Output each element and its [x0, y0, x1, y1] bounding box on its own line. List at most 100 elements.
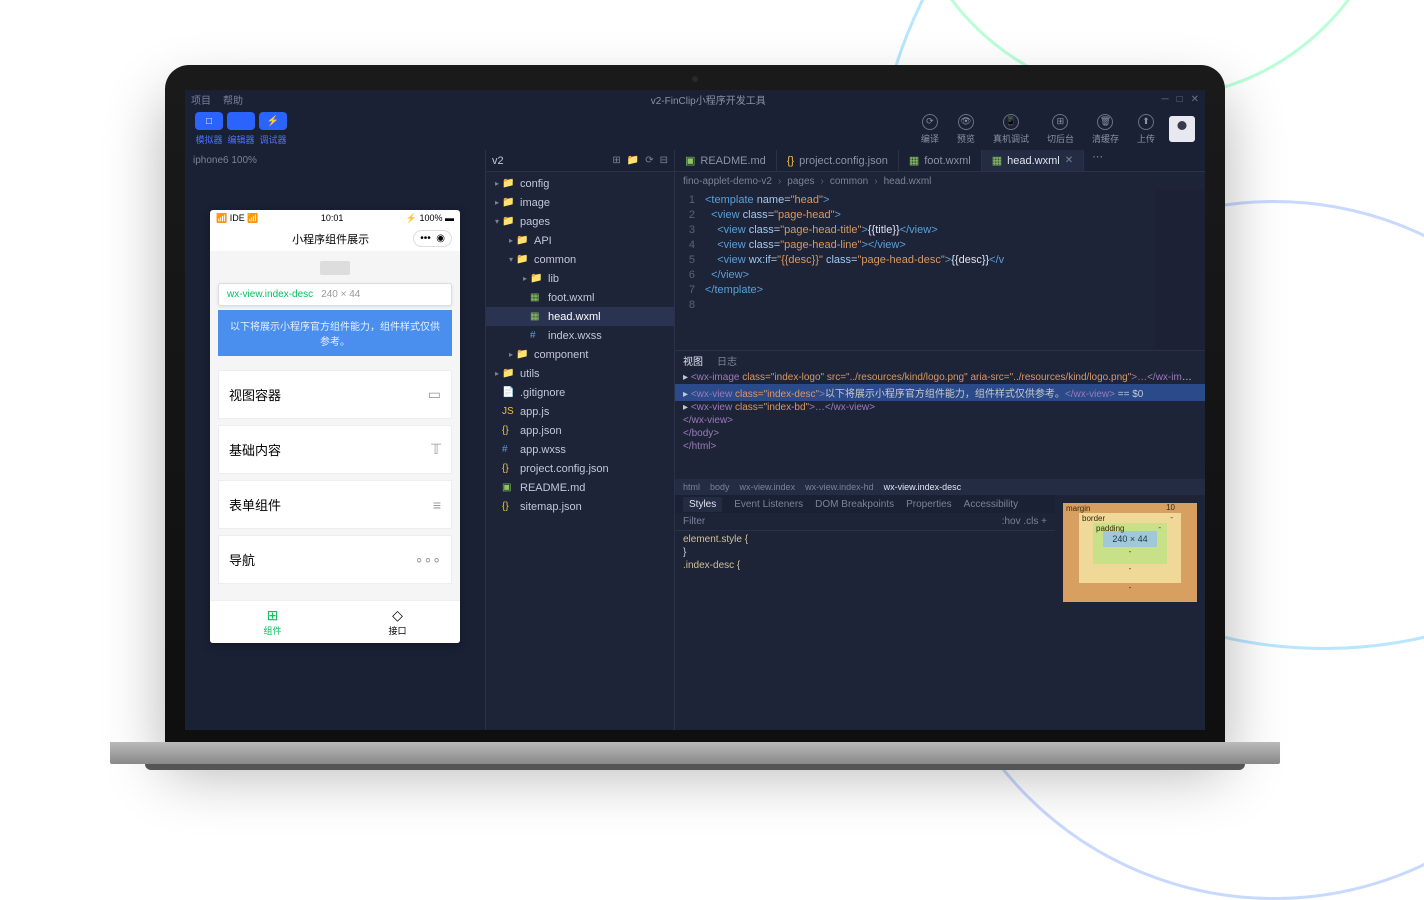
maximize-icon[interactable]: □	[1177, 94, 1183, 105]
margin-top-value: 10	[1166, 503, 1175, 512]
tab-close-icon[interactable]: ✕	[1065, 155, 1073, 166]
tree-item[interactable]: # index.wxss	[486, 326, 674, 345]
tree-item[interactable]: {} app.json	[486, 421, 674, 440]
tree-item[interactable]: {} project.config.json	[486, 459, 674, 478]
editor-area: ▣ README.md {} project.config.json ▦ foo…	[675, 150, 1205, 730]
laptop-base	[110, 742, 1280, 764]
editor-tab[interactable]: ▣ README.md	[675, 150, 777, 171]
device-label: iphone6 100%	[193, 155, 257, 166]
menu-help[interactable]: 帮助	[223, 92, 243, 107]
element-node[interactable]: ▸ <wx-image class="index-logo" src="../r…	[675, 371, 1205, 384]
dom-path-segment[interactable]: wx-view.index-desc	[884, 482, 962, 492]
sim-list-item[interactable]: 导航∘∘∘	[218, 535, 452, 584]
collapse-icon[interactable]: ⊟	[660, 155, 668, 166]
tree-item[interactable]: # app.wxss	[486, 440, 674, 459]
mini-app-menu[interactable]: ••• ◉	[413, 230, 452, 247]
css-rules[interactable]: element.style {}.index-desc {</span></di…	[675, 531, 1055, 574]
tree-item[interactable]: ▾ 📁 pages	[486, 212, 674, 231]
dom-path-segment[interactable]: wx-view.index	[740, 482, 796, 492]
highlighted-element[interactable]: 以下将展示小程序官方组件能力，组件样式仅供参考。	[218, 310, 452, 356]
phone-tab[interactable]: ◇接口	[335, 601, 460, 643]
toolbar-action-4[interactable]: 🗑 清缓存	[1092, 114, 1119, 145]
titlebar: 项目 帮助 v2-FinClip小程序开发工具 ─ □ ✕	[185, 90, 1205, 108]
dom-path[interactable]: html body wx-view.index wx-view.index-hd wx-…	[675, 479, 1205, 495]
tree-item[interactable]: {} sitemap.json	[486, 497, 674, 516]
toolbar-action-2[interactable]: 📱 真机调试	[993, 114, 1029, 145]
dom-path-segment[interactable]: wx-view.index-hd	[805, 482, 874, 492]
tooltip-selector: wx-view.index-desc	[227, 289, 313, 300]
sim-list-item[interactable]: 基础内容𝕋	[218, 425, 452, 474]
styles-filter-input[interactable]: Filter	[683, 516, 705, 527]
toolbar-action-3[interactable]: ⊞ 切后台	[1047, 114, 1074, 145]
styles-subtab[interactable]: Accessibility	[964, 499, 1018, 510]
styles-subtab[interactable]: Styles	[683, 497, 722, 512]
tree-item[interactable]: JS app.js	[486, 402, 674, 421]
tree-item[interactable]: ▦ head.wxml	[486, 307, 674, 326]
tree-item[interactable]: 📄 .gitignore	[486, 383, 674, 402]
status-battery: ⚡ 100% ▬	[406, 213, 454, 224]
breadcrumb-segment[interactable]: pages	[787, 176, 814, 187]
minimap[interactable]	[1155, 190, 1205, 350]
box-model: margin 10 border - padding - 240 × 4	[1055, 495, 1205, 730]
close-icon[interactable]: ✕	[1191, 94, 1199, 105]
code-editor[interactable]: 1<template name="head">2 <view class="pa…	[675, 190, 1205, 350]
toolbar: □ 模拟器 编辑器 ⚡ 调试器 ⟳ 编译 👁 预览 📱 真机调试 ⊞ 切后台	[185, 108, 1205, 150]
refresh-icon[interactable]: ⟳	[645, 155, 653, 166]
tree-item[interactable]: ▸ 📁 API	[486, 231, 674, 250]
styles-subtab[interactable]: DOM Breakpoints	[815, 499, 894, 510]
toolbar-action-0[interactable]: ⟳ 编译	[921, 114, 939, 145]
element-node[interactable]: ▸ <wx-view class="index-bd">…</wx-view>	[675, 401, 1205, 414]
tree-item[interactable]: ▸ 📁 config	[486, 174, 674, 193]
new-file-icon[interactable]: ⊞	[612, 155, 620, 166]
tree-item[interactable]: ▦ foot.wxml	[486, 288, 674, 307]
laptop-frame: 项目 帮助 v2-FinClip小程序开发工具 ─ □ ✕ □ 模拟器 编辑器 …	[165, 65, 1225, 764]
content-dimensions: 240 × 44	[1103, 531, 1157, 547]
breadcrumb-segment[interactable]: fino-applet-demo-v2	[683, 176, 772, 187]
elements-tree[interactable]: ▸ <wx-image class="index-logo" src="../r…	[675, 369, 1205, 479]
element-node[interactable]: </body>	[675, 427, 1205, 440]
devtools-panel: 视图日志 ▸ <wx-image class="index-logo" src=…	[675, 350, 1205, 730]
editor-tab[interactable]: ▦ head.wxml✕	[982, 150, 1084, 171]
tab-overflow-icon[interactable]: ⋯	[1084, 150, 1111, 171]
devtools-tab[interactable]: 视图	[683, 353, 703, 368]
devtools-tab[interactable]: 日志	[717, 353, 737, 368]
tree-item[interactable]: ▣ README.md	[486, 478, 674, 497]
styles-subtab[interactable]: Properties	[906, 499, 952, 510]
tree-item[interactable]: ▸ 📁 lib	[486, 269, 674, 288]
toolbar-pill-2[interactable]: ⚡ 调试器	[259, 112, 287, 146]
dom-path-segment[interactable]: body	[710, 482, 730, 492]
toolbar-pill-1[interactable]: 编辑器	[227, 112, 255, 146]
toolbar-action-1[interactable]: 👁 预览	[957, 114, 975, 145]
styles-filter-toggles[interactable]: :hov .cls +	[1002, 516, 1047, 527]
element-node[interactable]: </html>	[675, 440, 1205, 453]
editor-tab[interactable]: ▦ foot.wxml	[899, 150, 982, 171]
explorer-root: v2	[492, 155, 504, 167]
tooltip-dimensions: 240 × 44	[321, 289, 360, 300]
toolbar-pill-0[interactable]: □ 模拟器	[195, 112, 223, 146]
editor-tab[interactable]: {} project.config.json	[777, 150, 899, 171]
dom-path-segment[interactable]: html	[683, 482, 700, 492]
new-folder-icon[interactable]: 📁	[627, 155, 639, 166]
breadcrumb-segment[interactable]: common	[830, 176, 868, 187]
camera-dot	[692, 76, 698, 82]
menu-project[interactable]: 项目	[191, 92, 211, 107]
tree-item[interactable]: ▸ 📁 utils	[486, 364, 674, 383]
toolbar-action-5[interactable]: ⬆ 上传	[1137, 114, 1155, 145]
logo-placeholder	[320, 261, 350, 275]
phone-simulator[interactable]: 📶 IDE 📶 10:01 ⚡ 100% ▬ 小程序组件展示 ••• ◉	[210, 210, 460, 643]
user-avatar[interactable]	[1169, 116, 1195, 142]
tree-item[interactable]: ▸ 📁 component	[486, 345, 674, 364]
element-node[interactable]: </wx-view>	[675, 414, 1205, 427]
phone-tab[interactable]: ⊞组件	[210, 601, 335, 643]
styles-subtab[interactable]: Event Listeners	[734, 499, 803, 510]
tree-item[interactable]: ▸ 📁 image	[486, 193, 674, 212]
minimize-icon[interactable]: ─	[1161, 94, 1168, 105]
window-title: v2-FinClip小程序开发工具	[255, 92, 1161, 107]
simulator-panel: iphone6 100% 📶 IDE 📶 10:01 ⚡ 100% ▬ 小程序组…	[185, 150, 485, 730]
sim-list-item[interactable]: 视图容器▭	[218, 370, 452, 419]
tree-item[interactable]: ▾ 📁 common	[486, 250, 674, 269]
status-signal: 📶 IDE 📶	[216, 213, 258, 224]
sim-list-item[interactable]: 表单组件≡	[218, 480, 452, 529]
breadcrumb-segment[interactable]: head.wxml	[884, 176, 932, 187]
element-node[interactable]: ▸ <wx-view class="index-desc">以下将展示小程序官方…	[675, 384, 1205, 401]
